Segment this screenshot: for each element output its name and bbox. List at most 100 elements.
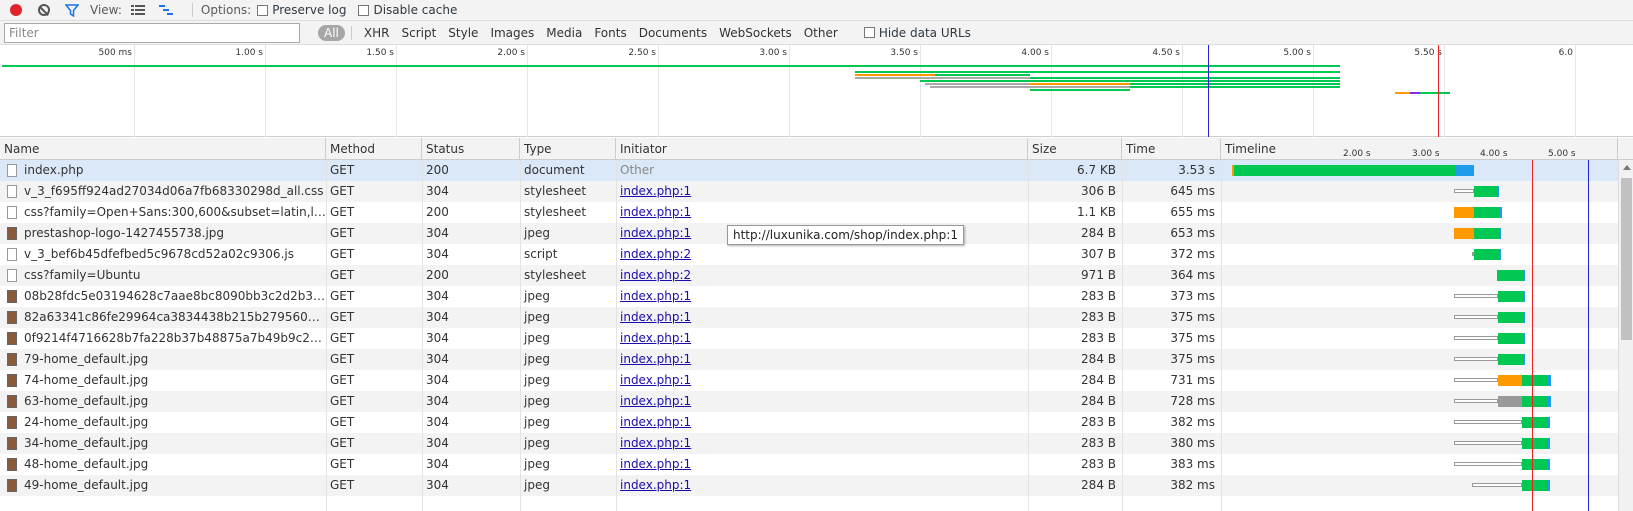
cell-size: 283 B [1081, 457, 1116, 471]
column-header-time[interactable]: Time [1122, 138, 1221, 160]
overview-tick-label: 4.50 s [1152, 48, 1180, 58]
waterfall-stalled-bar [1454, 462, 1522, 466]
cell-status: 304 [426, 289, 449, 303]
column-divider [520, 160, 521, 511]
cell-type: jpeg [524, 436, 550, 450]
hide-data-urls-checkbox[interactable]: Hide data URLs [863, 26, 971, 40]
overview-tick: 6.0 [1559, 45, 1576, 137]
waterfall-bar [1548, 480, 1550, 491]
clear-button[interactable] [34, 1, 54, 19]
request-row[interactable]: 49-home_default.jpg GET 304 jpeg index.php:1… [0, 475, 1618, 496]
preserve-log-checkbox[interactable]: Preserve log [257, 3, 346, 17]
column-header-initiator[interactable]: Initiator [616, 138, 1028, 160]
request-row[interactable]: 82a63341c86fe29964ca3834438b215b27956008… [0, 307, 1618, 328]
cell-initiator[interactable]: index.php:1 [616, 349, 1028, 370]
scroll-up-arrow-icon[interactable] [1623, 165, 1631, 170]
request-row[interactable]: 79-home_default.jpg GET 304 jpeg index.php:1… [0, 349, 1618, 370]
vertical-scrollbar[interactable] [1618, 160, 1633, 511]
filter-bar: All XHR Script Style Images Media Fonts … [0, 21, 1633, 45]
request-row[interactable]: 74-home_default.jpg GET 304 jpeg index.php:1… [0, 370, 1618, 391]
request-row[interactable]: 0f9214f4716628b7fa228b37b48875a7b49b9c2e… [0, 328, 1618, 349]
cell-initiator[interactable]: index.php:1 [616, 475, 1028, 496]
column-header-size[interactable]: Size [1028, 138, 1122, 160]
cell-time: 645 ms [1170, 184, 1215, 198]
request-row[interactable]: 08b28fdc5e03194628c7aae8bc8090bb3c2d2b39… [0, 286, 1618, 307]
cell-initiator[interactable]: index.php:1 [616, 454, 1028, 475]
cell-initiator[interactable]: index.php:1 [616, 181, 1028, 202]
overview-request-bar [2, 65, 1340, 67]
waterfall-bar [1522, 396, 1548, 407]
waterfall-bar [1474, 186, 1497, 197]
overview-request-bar [1030, 83, 1130, 85]
overview-tick-label: 1.50 s [366, 48, 394, 58]
request-row[interactable]: v_3_f695ff924ad27034d06a7fb68330298d_all… [0, 181, 1618, 202]
column-header-status[interactable]: Status [422, 138, 520, 160]
waterfall-bar [1548, 438, 1550, 449]
cell-initiator[interactable]: index.php:1 [616, 328, 1028, 349]
column-header-name[interactable]: Name [0, 138, 326, 160]
cell-initiator[interactable]: index.php:1 [616, 286, 1028, 307]
column-header-type[interactable]: Type [520, 138, 616, 160]
record-button[interactable] [6, 1, 26, 19]
overview-request-bar [1030, 89, 1130, 91]
type-filter-script[interactable]: Script [401, 26, 436, 40]
overview-tick-label: 6.0 [1558, 48, 1573, 58]
column-divider [1122, 160, 1123, 511]
cell-type: jpeg [524, 415, 550, 429]
cell-initiator[interactable]: index.php:2 [616, 244, 1028, 265]
request-row[interactable]: 24-home_default.jpg GET 304 jpeg index.php:1… [0, 412, 1618, 433]
type-filter-media[interactable]: Media [546, 26, 582, 40]
column-header-method[interactable]: Method [326, 138, 422, 160]
scroll-thumb[interactable] [1621, 178, 1632, 340]
waterfall-bar [1523, 333, 1525, 344]
cell-name: 82a63341c86fe29964ca3834438b215b27956008… [24, 310, 326, 324]
cell-initiator[interactable]: index.php:1 [616, 370, 1028, 391]
cell-initiator[interactable]: index.php:1 [616, 202, 1028, 223]
request-row[interactable]: index.php GET 200 document Other 6.7 KB 3.53 s [0, 160, 1618, 181]
large-rows-button[interactable] [128, 1, 148, 19]
cell-time: 364 ms [1170, 268, 1215, 282]
cell-initiator[interactable]: index.php:1 [616, 391, 1028, 412]
waterfall-bar [1498, 312, 1523, 323]
cell-name: v_3_bef6b45dfefbed5c9678cd52a02c9306.js [24, 247, 294, 261]
cell-method: GET [330, 436, 355, 450]
disable-cache-checkbox[interactable]: Disable cache [358, 3, 457, 17]
type-filter-all[interactable]: All [318, 24, 345, 41]
overview-toggle-button[interactable] [156, 1, 176, 19]
funnel-icon [65, 3, 79, 17]
filter-input[interactable] [4, 22, 300, 43]
type-filter-websockets[interactable]: WebSockets [719, 26, 792, 40]
type-filter-style[interactable]: Style [448, 26, 478, 40]
cell-initiator[interactable]: index.php:2 [616, 265, 1028, 286]
filter-toggle-button[interactable] [62, 1, 82, 19]
cell-size: 284 B [1081, 226, 1116, 240]
type-filter-documents[interactable]: Documents [639, 26, 707, 40]
type-filter-images[interactable]: Images [490, 26, 534, 40]
overview-timeline[interactable]: 500 ms 1.00 s 1.50 s 2.00 s 2.50 s 3.00 s 3.50… [0, 45, 1633, 137]
cell-initiator[interactable]: index.php:1 [616, 307, 1028, 328]
overview-tick: 3.50 s [890, 45, 921, 137]
type-filter-fonts[interactable]: Fonts [594, 26, 626, 40]
cell-initiator[interactable]: index.php:1 [616, 433, 1028, 454]
waterfall-bar [1522, 480, 1548, 491]
request-row[interactable]: css?family=Ubuntu GET 200 stylesheet index.p… [0, 265, 1618, 286]
waterfall-stalled-bar [1454, 294, 1498, 298]
cell-status: 304 [426, 373, 449, 387]
request-row[interactable]: v_3_bef6b45dfefbed5c9678cd52a02c9306.js G… [0, 244, 1618, 265]
request-row[interactable]: 63-home_default.jpg GET 304 jpeg index.php:1… [0, 391, 1618, 412]
request-row[interactable]: 34-home_default.jpg GET 304 jpeg index.php:1… [0, 433, 1618, 454]
cell-initiator[interactable]: index.php:1 [616, 412, 1028, 433]
request-row[interactable]: 48-home_default.jpg GET 304 jpeg index.php:1… [0, 454, 1618, 475]
type-filter-xhr[interactable]: XHR [364, 26, 390, 40]
preserve-log-label: Preserve log [272, 3, 347, 17]
image-icon [7, 332, 17, 345]
checkbox-box[interactable] [257, 4, 269, 16]
checkbox-box[interactable] [358, 4, 370, 16]
cell-status: 304 [426, 394, 449, 408]
cell-method: GET [330, 163, 355, 177]
checkbox-box[interactable] [863, 27, 875, 38]
request-row[interactable]: css?family=Open+Sans:300,600&subset=lati… [0, 202, 1618, 223]
cell-name: css?family=Ubuntu [24, 268, 141, 282]
cell-time: 653 ms [1170, 226, 1215, 240]
type-filter-other[interactable]: Other [804, 26, 838, 40]
